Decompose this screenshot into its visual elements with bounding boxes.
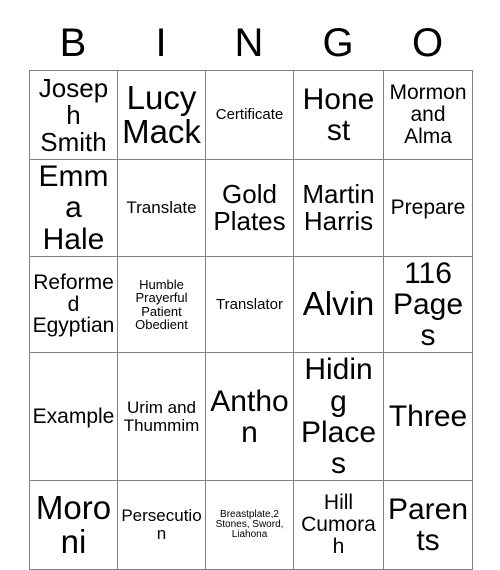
bingo-cell-label: Breastplate,2 Stones, Sword, Liahona xyxy=(215,508,284,541)
bingo-cell-r2c3[interactable]: Alvin xyxy=(293,255,384,354)
bingo-cell-label: Emma Hale xyxy=(38,160,109,256)
bingo-cell-label: Reformed Egyptian xyxy=(32,270,115,338)
bingo-cell-label: Gold Plates xyxy=(213,178,286,236)
bingo-cell-label: Mormon and Alma xyxy=(389,81,467,148)
bingo-cell-label: Joseph Smith xyxy=(38,72,109,157)
bingo-cell-r1c0[interactable]: Emma Hale xyxy=(29,159,118,257)
bingo-cell-r2c2[interactable]: Translator xyxy=(205,255,294,354)
bingo-header-letter-i: I xyxy=(155,21,167,65)
bingo-cell-r3c2[interactable]: Anthon xyxy=(205,352,294,482)
bingo-cell-label: Hiding Places xyxy=(300,353,377,480)
bingo-row: Moroni Persecution Breastplate,2 Stones,… xyxy=(29,480,473,570)
bingo-cell-r0c1[interactable]: Lucy Mack xyxy=(117,69,206,161)
bingo-row: Example Urim and Thummim Anthon Hiding P… xyxy=(29,352,473,482)
bingo-cell-label: Honest xyxy=(302,82,375,148)
bingo-cell-r4c4[interactable]: Parents xyxy=(383,480,473,570)
bingo-cell-r2c0[interactable]: Reformed Egyptian xyxy=(29,255,118,354)
bingo-row: Reformed Egyptian Humble Prayerful Patie… xyxy=(29,255,473,354)
bingo-cell-r1c3[interactable]: Martin Harris xyxy=(293,159,384,257)
bingo-cell-label: Alvin xyxy=(302,285,375,323)
bingo-cell-label: Example xyxy=(32,404,115,428)
bingo-card: B I N G O Joseph Smith Lucy Mack Certifi… xyxy=(0,0,500,570)
bingo-cell-label: Hill Cumorah xyxy=(301,491,376,559)
bingo-cell-label: Parents xyxy=(387,492,469,558)
bingo-grid: Joseph Smith Lucy Mack Certificate Hones… xyxy=(29,69,473,570)
bingo-cell-r2c1[interactable]: Humble Prayerful Patient Obedient xyxy=(117,255,206,354)
bingo-cell-r3c3[interactable]: Hiding Places xyxy=(293,352,384,482)
bingo-cell-r0c0[interactable]: Joseph Smith xyxy=(29,69,118,161)
bingo-row: Emma Hale Translate Gold Plates Martin H… xyxy=(29,159,473,257)
bingo-cell-label: 116 Pages xyxy=(392,256,464,353)
bingo-cell-r1c2[interactable]: Gold Plates xyxy=(205,159,294,257)
bingo-header-row: B I N G O xyxy=(29,16,472,70)
bingo-header-letter-n: N xyxy=(234,21,264,65)
bingo-cell-r3c0[interactable]: Example xyxy=(29,352,118,482)
bingo-cell-label: Urim and Thummim xyxy=(123,398,200,435)
bingo-header-letter-o: O xyxy=(411,21,444,65)
bingo-cell-r1c1[interactable]: Translate xyxy=(117,159,206,257)
bingo-cell-label: Three xyxy=(388,400,468,434)
bingo-cell-label: Humble Prayerful Patient Obedient xyxy=(135,276,188,333)
bingo-cell-r0c2[interactable]: Certificate xyxy=(205,69,294,161)
bingo-cell-label: Translator xyxy=(216,295,283,313)
bingo-cell-r3c1[interactable]: Urim and Thummim xyxy=(117,352,206,482)
bingo-header-letter-b: B xyxy=(59,21,87,65)
bingo-cell-r4c0[interactable]: Moroni xyxy=(29,480,118,570)
bingo-cell-r0c3[interactable]: Honest xyxy=(293,69,384,161)
bingo-cell-r1c4[interactable]: Prepare xyxy=(383,159,473,257)
bingo-cell-label: Moroni xyxy=(35,488,112,561)
bingo-cell-label: Prepare xyxy=(390,196,466,220)
bingo-cell-label: Anthon xyxy=(210,384,289,449)
bingo-cell-r2c4[interactable]: 116 Pages xyxy=(383,255,473,354)
bingo-cell-label: Martin Harris xyxy=(302,178,375,236)
bingo-cell-r4c1[interactable]: Persecution xyxy=(117,480,206,570)
bingo-cell-label: Lucy Mack xyxy=(122,78,201,151)
bingo-cell-r3c4[interactable]: Three xyxy=(383,352,473,482)
bingo-cell-r0c4[interactable]: Mormon and Alma xyxy=(383,69,473,161)
bingo-cell-label: Translate xyxy=(126,198,197,218)
bingo-cell-r4c3[interactable]: Hill Cumorah xyxy=(293,480,384,570)
bingo-cell-label: Persecution xyxy=(121,506,202,544)
bingo-cell-label: Certificate xyxy=(215,106,284,124)
bingo-row: Joseph Smith Lucy Mack Certificate Hones… xyxy=(29,69,473,161)
bingo-header-letter-g: G xyxy=(322,21,354,65)
bingo-cell-r4c2[interactable]: Breastplate,2 Stones, Sword, Liahona xyxy=(205,480,294,570)
